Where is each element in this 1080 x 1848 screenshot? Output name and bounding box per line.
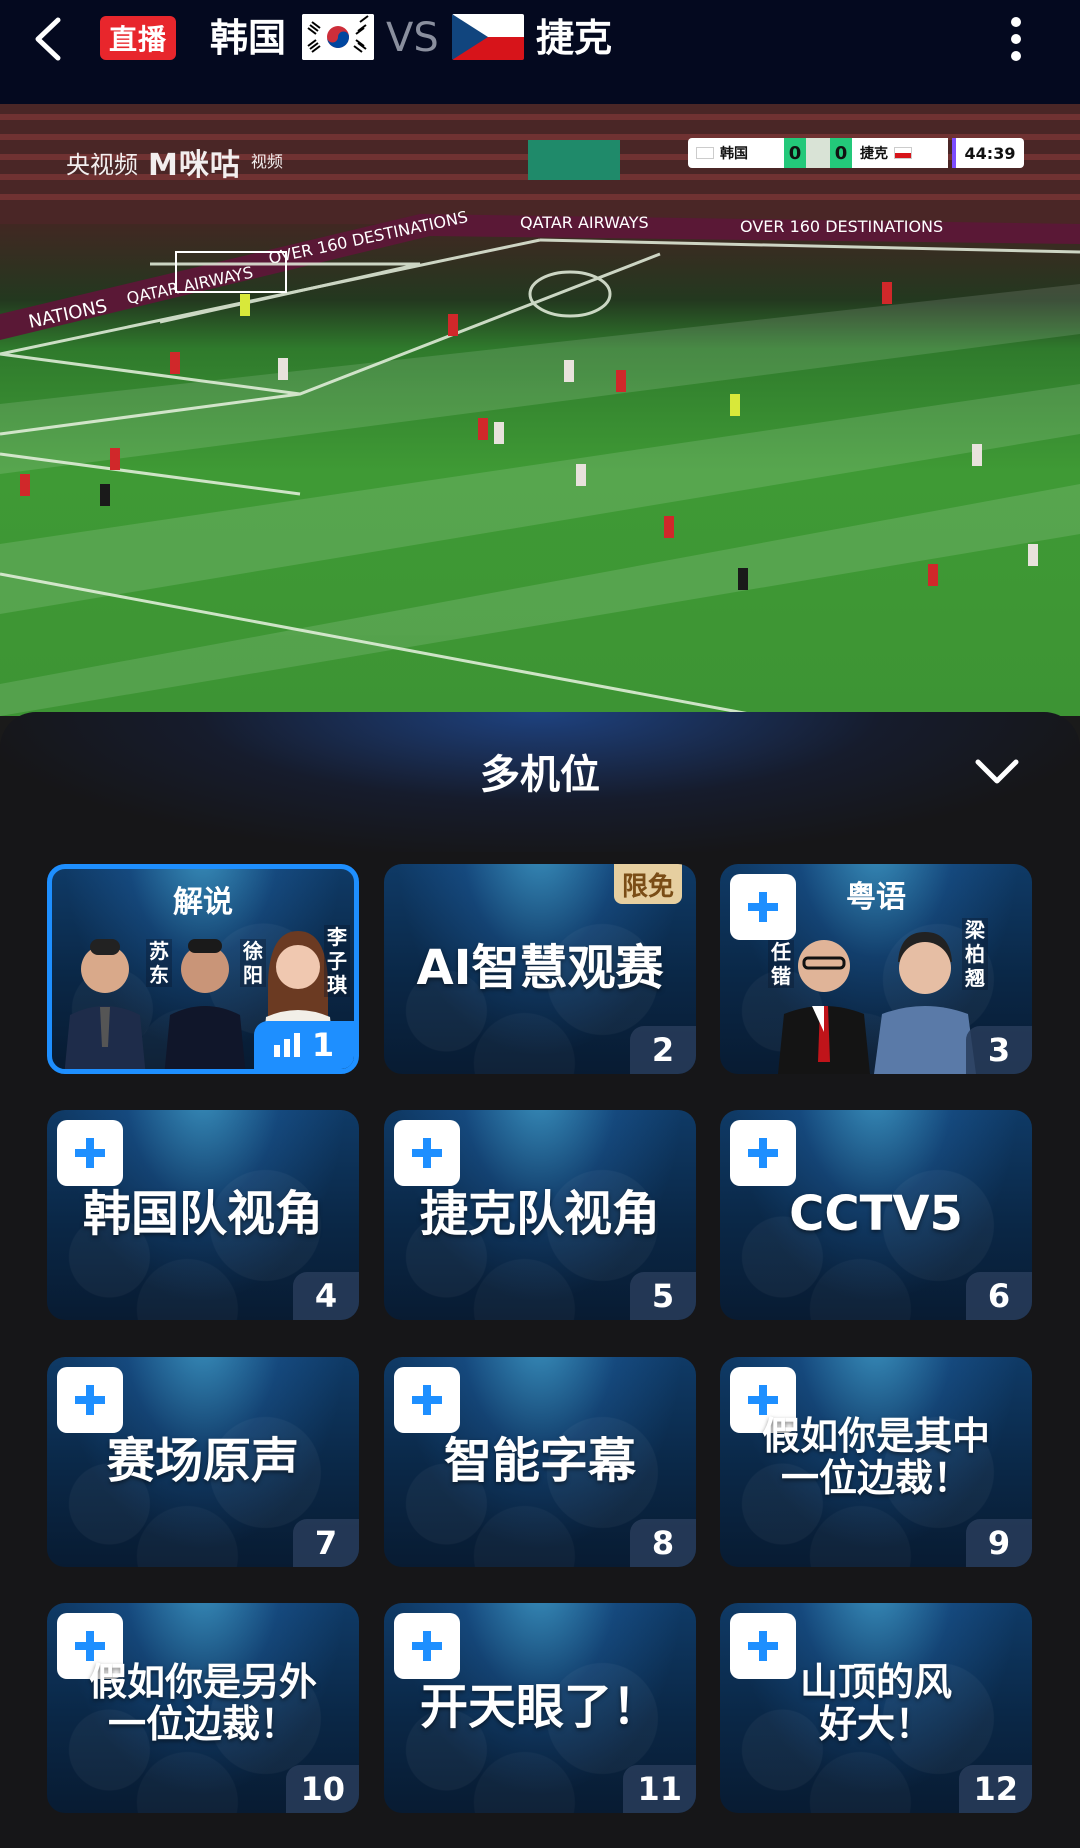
card-title-line: 好大！ [818, 1702, 933, 1746]
card-number: 5 [630, 1272, 696, 1320]
add-button[interactable] [730, 1120, 796, 1186]
scoreboard-team-a: 韩国 [720, 146, 748, 162]
commentator-photo [774, 922, 874, 1074]
card-title-line: 一位边裁！ [107, 1702, 298, 1746]
live-badge: 直播 [100, 16, 176, 60]
video-player[interactable]: NATIONS QATAR AIRWAYS OVER 160 DESTINATI… [0, 104, 1080, 716]
card-title: 智能字幕 [443, 1433, 636, 1489]
card-number: 6 [966, 1272, 1032, 1320]
korea-flag-icon [302, 14, 374, 60]
svg-text:QATAR AIRWAYS: QATAR AIRWAYS [520, 213, 649, 232]
card-number: 9 [966, 1519, 1032, 1567]
commentator-name: 李子琪 [324, 925, 350, 997]
card-number: 10 [286, 1765, 359, 1813]
camera-card-6[interactable]: CCTV5 6 [720, 1110, 1032, 1320]
card-number: 4 [293, 1272, 359, 1320]
add-button[interactable] [394, 1613, 460, 1679]
card-title: AI智慧观赛 [416, 940, 664, 996]
commentator-photo [160, 927, 250, 1069]
card-title-line: 一位边裁！ [780, 1456, 971, 1500]
card-title: 粤语 [846, 880, 906, 915]
plus-icon [748, 1385, 778, 1415]
camera-card-8[interactable]: 智能字幕 8 [384, 1357, 696, 1567]
pitch-graphic: NATIONS QATAR AIRWAYS OVER 160 DESTINATI… [0, 104, 1080, 716]
cctv-watermark: 央视频 [66, 150, 138, 179]
add-button[interactable] [57, 1120, 123, 1186]
camera-card-4[interactable]: 韩国队视角 4 [47, 1110, 359, 1320]
top-bar: 直播 韩国 VS 捷克 [0, 0, 1080, 104]
plus-icon [412, 1138, 442, 1168]
plus-icon [75, 1138, 105, 1168]
card-title: 山顶的风 好大！ [720, 1661, 1032, 1745]
back-button[interactable] [26, 14, 70, 64]
camera-card-12[interactable]: 山顶的风 好大！ 12 [720, 1603, 1032, 1813]
camera-card-3[interactable]: 粤语 任锴 梁柏翘 3 [720, 864, 1032, 1074]
camera-card-7[interactable]: 赛场原声 7 [47, 1357, 359, 1567]
add-button[interactable] [394, 1367, 460, 1433]
card-number: 1 [311, 1026, 335, 1064]
team-a-name: 韩国 [210, 16, 287, 60]
camera-card-9[interactable]: 假如你是其中 一位边裁！ 9 [720, 1357, 1032, 1567]
card-number: 7 [293, 1519, 359, 1567]
plus-icon [75, 1385, 105, 1415]
czech-flag-icon [452, 14, 524, 60]
commentator-name: 梁柏翘 [962, 918, 988, 990]
collapse-button[interactable] [972, 754, 1022, 790]
scoreboard-team-b: 捷克 [860, 146, 888, 162]
plus-icon [748, 1631, 778, 1661]
card-number: 11 [623, 1765, 696, 1813]
scoreboard-trophy-icon [806, 138, 830, 168]
card-title-line: 假如你是另外 [88, 1660, 317, 1704]
match-clock: 44:39 [952, 138, 1024, 168]
team-b-name: 捷克 [536, 16, 613, 60]
card-title-line: 山顶的风 [799, 1660, 952, 1704]
camera-card-10[interactable]: 假如你是另外 一位边裁！ 10 [47, 1603, 359, 1813]
korea-mini-flag-icon [696, 147, 714, 159]
scoreboard-score-a: 0 [784, 138, 806, 168]
card-title: 解说 [173, 885, 233, 920]
multi-camera-sheet: 多机位 解说 苏东 徐阳 李子琪 1 限免 AI智慧观赛 2 粤语 任锴 梁柏翘… [0, 712, 1080, 1848]
card-number: 3 [966, 1026, 1032, 1074]
card-title: CCTV5 [789, 1186, 963, 1242]
add-button[interactable] [394, 1120, 460, 1186]
card-number: 8 [630, 1519, 696, 1567]
card-title: 捷克队视角 [419, 1186, 660, 1242]
camera-card-11[interactable]: 开天眼了！ 11 [384, 1603, 696, 1813]
sheet-title: 多机位 [480, 752, 600, 798]
free-tag: 限免 [614, 864, 682, 904]
more-options-button[interactable] [1000, 14, 1032, 64]
card-title: 韩国队视角 [82, 1186, 323, 1242]
card-number-badge: 1 [254, 1021, 354, 1069]
migu-sub-watermark: 视频 [250, 152, 283, 171]
signal-bars-icon [273, 1033, 300, 1057]
scoreboard: 韩国 0 0 捷克 44:39 [688, 138, 1024, 168]
camera-card-5[interactable]: 捷克队视角 5 [384, 1110, 696, 1320]
broadcaster-watermark: 央视频 M咪咕 视频 [66, 140, 283, 184]
back-arrow-icon [35, 17, 61, 61]
add-button[interactable] [57, 1367, 123, 1433]
plus-icon [412, 1631, 442, 1661]
commentator-photo [60, 927, 150, 1069]
svg-text:OVER 160 DESTINATIONS: OVER 160 DESTINATIONS [740, 217, 943, 236]
card-number: 2 [630, 1026, 696, 1074]
card-title-line: 假如你是其中 [761, 1414, 990, 1458]
card-title: 假如你是另外 一位边裁！ [47, 1661, 359, 1745]
card-number: 12 [959, 1765, 1032, 1813]
chevron-down-icon [975, 759, 1019, 784]
card-title: 赛场原声 [106, 1433, 299, 1489]
card-title: 开天眼了！ [419, 1679, 660, 1735]
card-title: 假如你是其中 一位边裁！ [720, 1415, 1032, 1499]
more-vertical-icon [1011, 17, 1021, 61]
plus-icon [748, 1138, 778, 1168]
plus-icon [75, 1631, 105, 1661]
migu-watermark: M咪咕 [148, 148, 241, 183]
camera-card-2[interactable]: 限免 AI智慧观赛 2 [384, 864, 696, 1074]
scoreboard-score-b: 0 [830, 138, 852, 168]
czech-mini-flag-icon [894, 147, 912, 159]
plus-icon [412, 1385, 442, 1415]
camera-card-1[interactable]: 解说 苏东 徐阳 李子琪 1 [47, 864, 359, 1074]
vs-label: VS [386, 15, 439, 61]
